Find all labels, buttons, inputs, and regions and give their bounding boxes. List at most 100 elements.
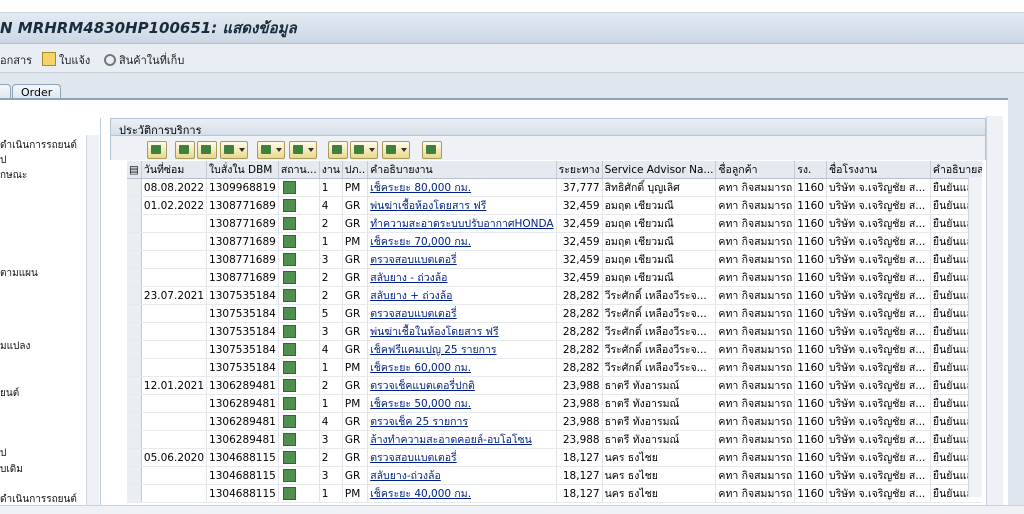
sum-button[interactable] — [257, 141, 285, 159]
col-header-mileage[interactable]: ระยะทาง — [556, 161, 603, 179]
row-selector[interactable] — [127, 268, 142, 287]
col-header-plant-name[interactable]: ชื่อโรงงาน — [826, 161, 931, 179]
table-cell[interactable]: เช็คระยะ 80,000 กม. — [367, 178, 557, 197]
sort-desc-button[interactable] — [197, 141, 217, 159]
row-selector[interactable] — [127, 214, 142, 233]
document-icon[interactable] — [282, 378, 296, 392]
toolbar-storage-button[interactable]: สินค้าในที่เก็บ — [104, 51, 184, 69]
document-icon[interactable] — [282, 270, 296, 284]
table-row[interactable]: 23.07.2021 1307535184 2 GR สลับยาง + ถ่วงล้อ… — [127, 286, 982, 305]
row-selector[interactable] — [127, 196, 142, 215]
table-cell[interactable]: ทำความสะอาดระบบปรับอากาศHONDA — [367, 214, 557, 233]
document-icon[interactable] — [282, 216, 296, 230]
row-selector[interactable] — [127, 286, 142, 305]
document-icon[interactable] — [282, 180, 296, 194]
row-selector[interactable] — [127, 376, 142, 395]
col-header-type[interactable]: ปภ.. — [342, 161, 369, 179]
table-cell[interactable]: ตรวจเช็ค 25 รายการ — [367, 412, 557, 431]
left-item-2[interactable]: ป — [0, 153, 6, 168]
table-cell[interactable]: พ่นฟอกอากาศภายในห้องโดยสาร — [367, 502, 557, 503]
layout-button[interactable] — [382, 141, 410, 159]
left-item-3[interactable]: กษณะ — [0, 168, 27, 183]
document-icon[interactable] — [282, 396, 296, 410]
table-row[interactable]: 12.01.2021 1306289481 2 GR ตรวจเช็คแบตเตอรี่… — [127, 376, 982, 395]
export-button[interactable] — [350, 141, 378, 159]
col-header-customer[interactable]: ชื่อลูกค้า — [715, 161, 796, 179]
grid-vertical-scrollbar[interactable] — [968, 177, 982, 497]
left-panel-scrollbar[interactable] — [86, 135, 99, 505]
table-cell[interactable]: เช็คระยะ 60,000 กม. — [367, 358, 557, 377]
table-row[interactable]: 1308771689 2 GR ทำความสะอาดระบบปรับอากาศHON… — [127, 214, 982, 233]
table-row[interactable]: 1307535184 3 GR พ่นฆ่าเชื้อในห้องโดยสาร ฟรี… — [127, 322, 982, 341]
table-cell[interactable]: ตรวจสอบแบตเตอรี่ — [367, 448, 557, 467]
select-all-cell[interactable]: ▤ — [127, 161, 142, 179]
left-item-1[interactable]: ดำเนินการรถยนต์ — [0, 138, 77, 153]
row-selector[interactable] — [127, 178, 142, 197]
col-header-order[interactable]: ใบสั่งใน DBM — [206, 161, 279, 179]
table-cell[interactable]: ตรวจสอบแบตเตอรี่ — [367, 250, 557, 269]
row-selector[interactable] — [127, 232, 142, 251]
table-cell[interactable]: สลับยาง - ถ่วงล้อ — [367, 268, 557, 287]
table-cell[interactable]: เช็คฟรีแคมเปญ 25 รายการ — [367, 340, 557, 359]
table-row[interactable]: 05.06.2020 1304688115 2 GR ตรวจสอบแบตเตอรี่ 1… — [127, 448, 982, 467]
left-item-4[interactable]: ตามแผน — [0, 266, 38, 281]
col-header-description[interactable]: คำอธิบายงาน — [367, 161, 557, 179]
subtotal-button[interactable] — [289, 141, 317, 159]
left-item-5[interactable]: มแปลง — [0, 339, 30, 354]
table-row[interactable]: 1304688115 1 PM เช็คระยะ 40,000 กม. 18,127 นค… — [127, 484, 982, 503]
table-cell[interactable]: พ่นฆ่าเชื้อห้องโดยสาร ฟรี — [367, 196, 557, 215]
toolbar-docs-button[interactable]: อกสาร — [0, 51, 32, 69]
table-row[interactable]: 1308771689 3 GR ตรวจสอบแบตเตอรี่ 32,459 อมฤต … — [127, 250, 982, 269]
details-button[interactable] — [147, 141, 167, 159]
table-cell[interactable]: ตรวจเช็คแบตเตอรี่ปกติ — [367, 376, 557, 395]
row-selector[interactable] — [127, 250, 142, 269]
left-item-7[interactable]: ป — [0, 446, 6, 461]
row-selector[interactable] — [127, 448, 142, 467]
row-selector[interactable] — [127, 502, 142, 503]
row-selector[interactable] — [127, 412, 142, 431]
row-selector[interactable] — [127, 304, 142, 323]
document-icon[interactable] — [282, 324, 296, 338]
document-icon[interactable] — [282, 468, 296, 482]
document-icon[interactable] — [282, 450, 296, 464]
table-cell[interactable]: เช็คระยะ 40,000 กม. — [367, 484, 557, 503]
document-icon[interactable] — [282, 414, 296, 428]
row-selector[interactable] — [127, 430, 142, 449]
table-row[interactable]: 1306289481 4 GR ตรวจเช็ค 25 รายการ 23,988 ธาต… — [127, 412, 982, 431]
table-row[interactable]: 1307535184 4 GR เช็คฟรีแคมเปญ 25 รายการ 28,2… — [127, 340, 982, 359]
table-cell[interactable]: ล้างทำความสะอาดคอยล์-อบโอโซน — [367, 430, 557, 449]
toolbar-notice-button[interactable]: ใบแจ้ง — [42, 51, 90, 69]
row-selector[interactable] — [127, 358, 142, 377]
table-cell[interactable]: เช็คระยะ 50,000 กม. — [367, 394, 557, 413]
table-cell[interactable]: พ่นฆ่าเชื้อในห้องโดยสาร ฟรี — [367, 322, 557, 341]
table-cell[interactable]: สลับยาง + ถ่วงล้อ — [367, 286, 557, 305]
table-cell[interactable]: สลับยาง-ถ่วงล้อ — [367, 466, 557, 485]
page-vertical-scrollbar[interactable] — [986, 116, 1003, 506]
document-icon[interactable] — [282, 306, 296, 320]
col-header-status-desc[interactable]: คำอธิบายส — [930, 161, 982, 179]
row-selector[interactable] — [127, 322, 142, 341]
table-cell[interactable]: เช็คระยะ 70,000 กม. — [367, 232, 557, 251]
document-icon[interactable] — [282, 486, 296, 500]
refresh-button[interactable] — [422, 141, 442, 159]
document-icon[interactable] — [282, 234, 296, 248]
filter-button[interactable] — [220, 141, 248, 159]
row-selector[interactable] — [127, 484, 142, 503]
table-row[interactable]: 1306289481 1 PM เช็คระยะ 50,000 กม. 23,988 ธา… — [127, 394, 982, 413]
table-row[interactable]: 1306289481 3 GR ล้างทำความสะอาดคอยล์-อบโอโซ… — [127, 430, 982, 449]
document-icon[interactable] — [282, 360, 296, 374]
print-button[interactable] — [328, 141, 348, 159]
document-icon[interactable] — [282, 342, 296, 356]
left-item-6[interactable]: ยนต์ — [0, 386, 19, 401]
left-item-9[interactable]: ดำเนินการรถยนต์ — [0, 492, 77, 506]
row-selector[interactable] — [127, 394, 142, 413]
table-row[interactable]: 1308771689 2 GR สลับยาง - ถ่วงล้อ 32,459 อมฤต… — [127, 268, 982, 287]
left-item-8[interactable]: บเดิม — [0, 462, 23, 477]
document-icon[interactable] — [282, 432, 296, 446]
col-header-plant[interactable]: รง. — [794, 161, 827, 179]
col-header-advisor[interactable]: Service Advisor Na... — [602, 161, 717, 179]
table-row[interactable]: 1307535184 1 PM เช็คระยะ 60,000 กม. 28,282 วี… — [127, 358, 982, 377]
row-selector[interactable] — [127, 466, 142, 485]
table-row[interactable]: 1308771689 1 PM เช็คระยะ 70,000 กม. 32,459 อม… — [127, 232, 982, 251]
table-cell[interactable]: ตรวจสอบแบตเตอรี่ — [367, 304, 557, 323]
